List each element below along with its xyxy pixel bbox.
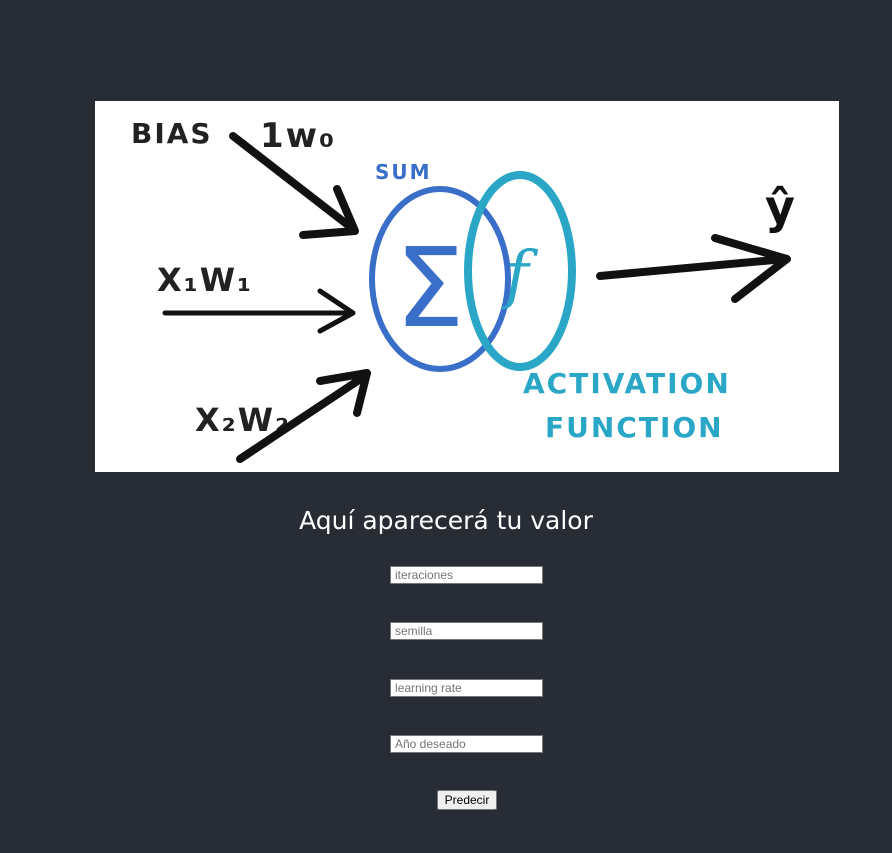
- perceptron-diagram: BIAS 1w₀ X₁W₁ X₂W₂ SUM Σ f ŷ ACTIVATION …: [95, 101, 839, 472]
- anio-deseado-input[interactable]: [390, 735, 543, 753]
- learning-rate-input[interactable]: [390, 679, 543, 697]
- sum-label: SUM: [375, 160, 432, 184]
- bias-label: BIAS: [131, 117, 213, 150]
- yhat-label: ŷ: [765, 180, 797, 234]
- sigma-symbol: Σ: [395, 224, 465, 352]
- activation-node: f: [464, 171, 576, 371]
- activation-label-line1: ACTIVATION: [523, 367, 731, 400]
- iteraciones-input[interactable]: [390, 566, 543, 584]
- output-arrow: [596, 234, 791, 303]
- perceptron-svg: BIAS 1w₀ X₁W₁ X₂W₂ SUM Σ f ŷ ACTIVATION …: [131, 116, 797, 463]
- x1w1-label: X₁W₁: [157, 261, 253, 299]
- activation-label-line2: FUNCTION: [545, 411, 724, 444]
- predecir-button[interactable]: Predecir: [437, 790, 497, 810]
- semilla-input[interactable]: [390, 622, 543, 640]
- f-symbol: f: [501, 238, 539, 312]
- result-text: Aquí aparecerá tu valor: [299, 506, 593, 535]
- w0-label: 1w₀: [260, 116, 336, 156]
